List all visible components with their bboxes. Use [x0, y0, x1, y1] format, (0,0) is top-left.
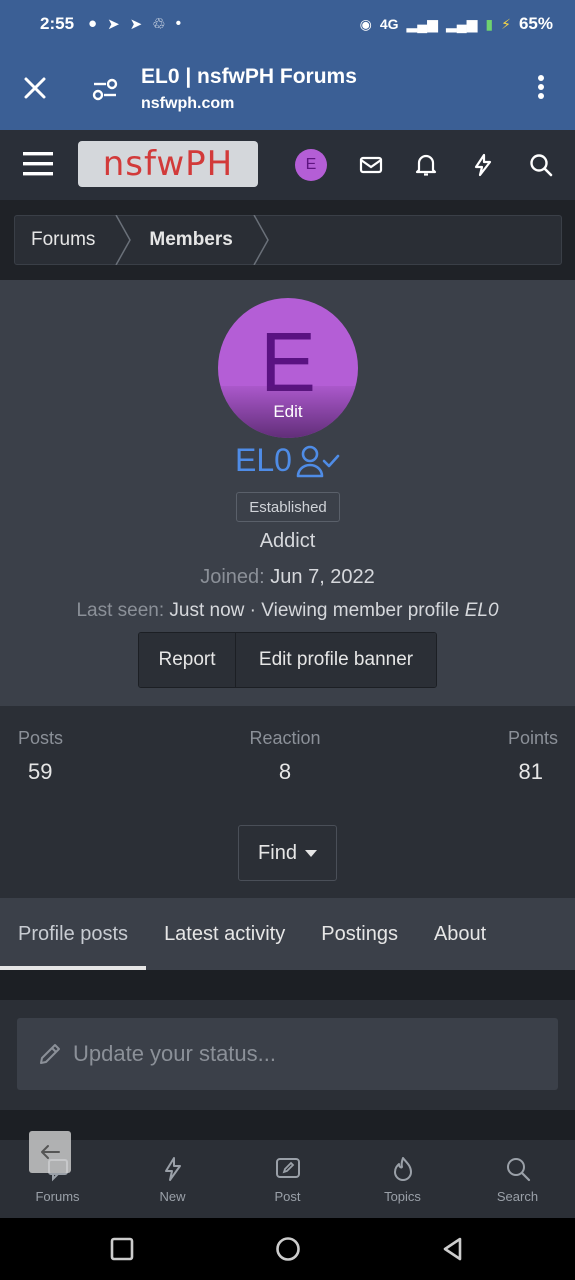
system-indicators: ◉ 4G ▂▄▆ ▂▄▆ ▮ ⚡ 65%	[360, 14, 553, 34]
profile-avatar[interactable]: E Edit	[218, 298, 358, 438]
bolt-icon	[164, 1156, 181, 1181]
profile-tabs: Profile posts Latest activity Postings A…	[0, 898, 575, 970]
nav-post[interactable]: Post	[230, 1140, 345, 1218]
breadcrumb: Forums Members	[14, 215, 562, 265]
stat-posts-label: Posts	[18, 728, 64, 748]
last-seen-label: Last seen:	[76, 600, 165, 621]
nav-forums-label: Forums	[35, 1188, 80, 1204]
joined-date: Joined: Jun 7, 2022	[0, 566, 575, 589]
signal-icon: ▂▄▆	[445, 15, 478, 32]
site-settings-icon[interactable]	[90, 74, 120, 104]
breadcrumb-bar: Forums Members	[0, 200, 575, 280]
hotspot-icon: ◉	[359, 15, 372, 32]
notification-icons: ● ➤ ➤ ♲ •	[88, 15, 181, 33]
battery-percent: 65%	[518, 14, 553, 33]
close-icon[interactable]	[20, 73, 50, 103]
stat-reaction[interactable]: Reaction 8	[246, 728, 324, 785]
browser-toolbar: EL0 | nsfwPH Forums nsfwph.com	[0, 48, 575, 130]
breadcrumb-forums[interactable]: Forums	[15, 216, 113, 264]
bottom-navigation: Forums New Post Topics Search	[0, 1140, 575, 1218]
chevron-right-icon	[253, 215, 269, 265]
last-seen-member[interactable]: EL0	[465, 600, 499, 621]
network-type: 4G	[379, 16, 399, 32]
find-label: Find	[258, 841, 297, 864]
nav-new-label: New	[159, 1188, 186, 1204]
battery-icon: ▮	[485, 15, 494, 32]
stat-points-value: 81	[518, 759, 543, 784]
tab-latest-activity[interactable]: Latest activity	[146, 898, 303, 970]
telegram-icon: ➤	[129, 16, 143, 33]
page-title: EL0 | nsfwPH Forums	[141, 65, 357, 88]
home-icon[interactable]	[275, 1236, 301, 1262]
profile-header: E Edit EL0 Established Addict Joined: Ju…	[0, 280, 575, 706]
chevron-right-icon	[115, 215, 132, 265]
site-header: nsfwPH E	[0, 130, 575, 200]
arrow-left-icon	[41, 1145, 60, 1159]
user-verified-icon	[296, 445, 340, 477]
nav-post-label: Post	[274, 1188, 301, 1204]
status-placeholder: Update your status...	[73, 1041, 276, 1066]
stat-reaction-label: Reaction	[249, 728, 321, 748]
status-badge: Established	[236, 492, 340, 522]
joined-label: Joined:	[200, 566, 265, 588]
clock: 2:55	[40, 14, 75, 33]
recents-icon[interactable]	[109, 1236, 135, 1262]
tab-profile-posts[interactable]: Profile posts	[0, 898, 147, 970]
nav-topics[interactable]: Topics	[345, 1140, 460, 1218]
site-logo[interactable]: nsfwPH	[78, 141, 258, 187]
status-update-section: Update your status...	[0, 970, 575, 1126]
profile-stats: Posts 59 Reaction 8 Points 81 Find	[0, 706, 575, 898]
stat-reaction-value: 8	[278, 759, 292, 784]
nav-topics-label: Topics	[384, 1188, 421, 1204]
bolt-icon[interactable]	[470, 152, 496, 178]
flame-icon	[393, 1156, 412, 1181]
dot-icon: •	[175, 15, 181, 32]
avatar-edit-label[interactable]: Edit	[218, 402, 358, 422]
chat-bubble-icon: ●	[88, 15, 98, 32]
report-button[interactable]: Report	[139, 633, 236, 687]
status-update-panel: Update your status...	[0, 1000, 575, 1110]
username-row: EL0	[0, 442, 575, 479]
hamburger-menu-icon[interactable]	[22, 150, 54, 178]
telegram-icon: ➤	[107, 16, 120, 33]
back-button[interactable]	[29, 1131, 71, 1173]
mail-icon[interactable]	[358, 152, 384, 178]
signal-icon: ▂▄▆	[406, 15, 438, 32]
sync-icon: ♲	[152, 16, 166, 33]
nav-search[interactable]: Search	[460, 1140, 575, 1218]
user-rank: Addict	[259, 530, 316, 552]
nav-search-label: Search	[496, 1188, 539, 1204]
stat-points[interactable]: Points 81	[500, 728, 558, 785]
profile-actions: Report Edit profile banner	[138, 632, 437, 688]
system-status-bar: 2:55 ● ➤ ➤ ♲ • ◉ 4G ▂▄▆ ▂▄▆ ▮ ⚡ 65%	[0, 0, 575, 48]
compose-icon	[275, 1157, 300, 1178]
nav-new[interactable]: New	[115, 1140, 230, 1218]
more-vert-icon[interactable]	[528, 72, 554, 102]
joined-value: Jun 7, 2022	[270, 566, 375, 588]
status-input[interactable]: Update your status...	[17, 1018, 558, 1090]
stat-posts-value: 59	[28, 759, 53, 784]
tab-postings[interactable]: Postings	[303, 898, 416, 970]
last-seen: Last seen: Just now · Viewing member pro…	[0, 600, 575, 622]
search-icon	[506, 1157, 530, 1181]
pencil-icon	[40, 1044, 60, 1064]
bell-icon[interactable]	[413, 152, 439, 178]
find-dropdown[interactable]: Find	[238, 825, 337, 881]
username[interactable]: EL0	[235, 442, 292, 479]
edit-banner-button[interactable]: Edit profile banner	[236, 633, 436, 687]
back-nav-icon[interactable]	[440, 1236, 466, 1262]
caret-down-icon	[304, 849, 317, 857]
last-seen-value: Just now · Viewing member profile	[169, 600, 460, 621]
stat-posts[interactable]: Posts 59	[18, 728, 63, 785]
user-avatar[interactable]: E	[295, 149, 327, 181]
breadcrumb-members[interactable]: Members	[133, 216, 250, 264]
page-url[interactable]: nsfwph.com	[141, 95, 234, 113]
android-nav-bar	[0, 1218, 575, 1280]
tab-about[interactable]: About	[416, 898, 504, 970]
search-icon[interactable]	[528, 152, 554, 178]
stat-points-label: Points	[507, 728, 558, 748]
charging-icon: ⚡	[501, 15, 511, 32]
